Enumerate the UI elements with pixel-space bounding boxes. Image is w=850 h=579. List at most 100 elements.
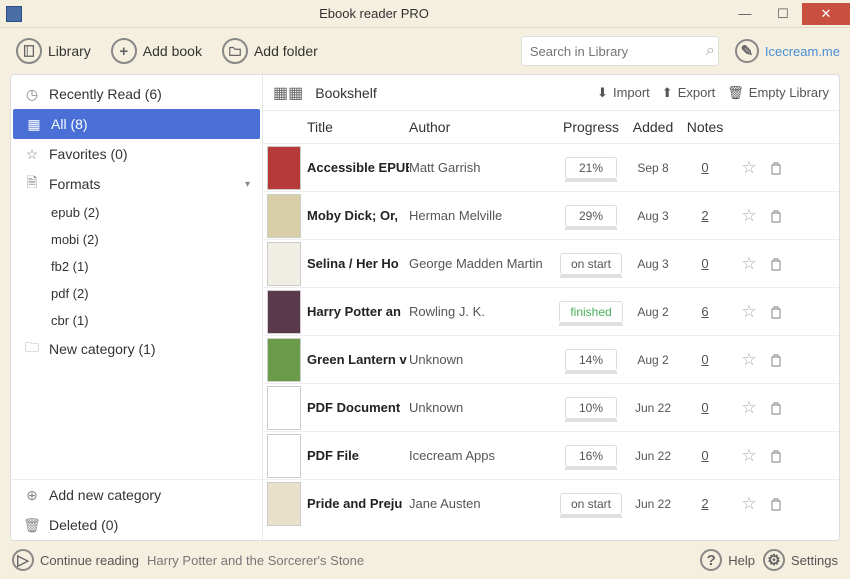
settings-button[interactable]: ⚙ Settings xyxy=(763,549,838,571)
book-title: Green Lantern v xyxy=(307,352,409,367)
book-title: Harry Potter an xyxy=(307,304,409,319)
table-row[interactable]: PDF FileIcecream Apps16%Jun 220☆ xyxy=(263,431,839,479)
book-notes[interactable]: 0 xyxy=(681,160,729,175)
book-notes[interactable]: 0 xyxy=(681,256,729,271)
book-notes[interactable]: 6 xyxy=(681,304,729,319)
table-row[interactable]: Accessible EPUBMatt Garrish21%Sep 80☆ xyxy=(263,143,839,191)
sidebar-deleted[interactable]: 🗑 Deleted (0) xyxy=(11,510,262,540)
main-header: ▦▦ Bookshelf ⬇ Import ⬆ Export 🗑 Empty L… xyxy=(263,75,839,111)
sidebar-all[interactable]: ▦ All (8) xyxy=(13,109,260,139)
app-icon xyxy=(6,6,22,22)
help-button[interactable]: ? Help xyxy=(700,549,755,571)
trash-icon: 🗑 xyxy=(727,85,744,101)
book-cover xyxy=(267,386,301,430)
delete-button[interactable] xyxy=(769,305,805,319)
delete-button[interactable] xyxy=(769,449,805,463)
book-cover xyxy=(267,434,301,478)
sidebar-format-mobi[interactable]: mobi (2) xyxy=(11,226,262,253)
book-author: Herman Melville xyxy=(409,208,557,223)
sidebar-item-label: Recently Read (6) xyxy=(49,86,162,102)
sidebar-item-label: Deleted (0) xyxy=(49,517,118,533)
book-author: Jane Austen xyxy=(409,496,557,511)
book-title: Accessible EPUB xyxy=(307,160,409,175)
book-cover xyxy=(267,482,301,526)
book-title: PDF File xyxy=(307,448,409,463)
grid-view-icon[interactable]: ▦▦ xyxy=(273,83,303,103)
add-book-button[interactable]: + Add book xyxy=(105,34,208,68)
book-added: Aug 3 xyxy=(625,209,681,223)
delete-button[interactable] xyxy=(769,161,805,175)
close-button[interactable]: ✕ xyxy=(802,3,850,25)
book-cover xyxy=(267,338,301,382)
table-row[interactable]: Pride and PrejuJane Austenon startJun 22… xyxy=(263,479,839,527)
sidebar-favorites[interactable]: ☆ Favorites (0) xyxy=(11,139,262,169)
table-row[interactable]: Harry Potter anRowling J. K.finishedAug … xyxy=(263,287,839,335)
sidebar-formats[interactable]: 🗎 Formats ▾ xyxy=(11,169,262,199)
main-toolbar: Library + Add book Add folder ⌕ ✎ Icecre… xyxy=(0,28,850,74)
book-progress: on start xyxy=(557,493,625,515)
delete-button[interactable] xyxy=(769,209,805,223)
favorite-button[interactable]: ☆ xyxy=(729,158,769,178)
maximize-button[interactable]: ☐ xyxy=(764,3,802,25)
col-notes[interactable]: Notes xyxy=(681,119,729,135)
table-row[interactable]: Moby Dick; Or,Herman Melville29%Aug 32☆ xyxy=(263,191,839,239)
book-progress: on start xyxy=(557,253,625,275)
add-folder-button[interactable]: Add folder xyxy=(216,34,324,68)
col-author[interactable]: Author xyxy=(409,119,557,135)
favorite-button[interactable]: ☆ xyxy=(729,254,769,274)
sidebar-format-cbr[interactable]: cbr (1) xyxy=(11,307,262,334)
delete-button[interactable] xyxy=(769,257,805,271)
col-title[interactable]: Title xyxy=(307,119,409,135)
favorite-button[interactable]: ☆ xyxy=(729,446,769,466)
table-row[interactable]: Green Lantern vUnknown14%Aug 20☆ xyxy=(263,335,839,383)
book-progress: 29% xyxy=(557,205,625,227)
grid-icon: ▦ xyxy=(25,115,43,133)
book-progress: 10% xyxy=(557,397,625,419)
add-folder-label: Add folder xyxy=(254,43,318,59)
continue-reading-button[interactable]: ▷ Continue reading xyxy=(12,549,139,571)
col-added[interactable]: Added xyxy=(625,119,681,135)
book-notes[interactable]: 2 xyxy=(681,496,729,511)
file-icon: 🗎 xyxy=(23,175,41,193)
import-button[interactable]: ⬇ Import xyxy=(597,85,650,101)
download-icon: ⬇ xyxy=(597,85,608,101)
sidebar-format-epub[interactable]: epub (2) xyxy=(11,199,262,226)
book-author: Icecream Apps xyxy=(409,448,557,463)
favorite-button[interactable]: ☆ xyxy=(729,302,769,322)
col-progress[interactable]: Progress xyxy=(557,119,625,135)
delete-button[interactable] xyxy=(769,353,805,367)
favorite-button[interactable]: ☆ xyxy=(729,206,769,226)
favorite-button[interactable]: ☆ xyxy=(729,494,769,514)
table-row[interactable]: Selina / Her HoGeorge Madden Martinon st… xyxy=(263,239,839,287)
export-button[interactable]: ⬆ Export xyxy=(662,85,715,101)
delete-button[interactable] xyxy=(769,497,805,511)
favorite-button[interactable]: ☆ xyxy=(729,350,769,370)
search-input[interactable] xyxy=(530,44,706,59)
plus-icon: + xyxy=(111,38,137,64)
delete-button[interactable] xyxy=(769,401,805,415)
book-added: Jun 22 xyxy=(625,401,681,415)
book-added: Jun 22 xyxy=(625,449,681,463)
book-notes[interactable]: 2 xyxy=(681,208,729,223)
book-notes[interactable]: 0 xyxy=(681,400,729,415)
library-button[interactable]: Library xyxy=(10,34,97,68)
chevron-down-icon: ▾ xyxy=(245,179,250,190)
sidebar: ◷ Recently Read (6) ▦ All (8) ☆ Favorite… xyxy=(11,75,263,540)
book-notes[interactable]: 0 xyxy=(681,352,729,367)
book-notes[interactable]: 0 xyxy=(681,448,729,463)
favorite-button[interactable]: ☆ xyxy=(729,398,769,418)
table-row[interactable]: PDF DocumentUnknown10%Jun 220☆ xyxy=(263,383,839,431)
minimize-button[interactable]: — xyxy=(726,3,764,25)
sidebar-format-pdf[interactable]: pdf (2) xyxy=(11,280,262,307)
upload-icon: ⬆ xyxy=(662,85,673,101)
folder-icon: 🗀 xyxy=(23,340,41,358)
sidebar-format-fb2[interactable]: fb2 (1) xyxy=(11,253,262,280)
rocket-icon: ✎ xyxy=(735,39,759,63)
empty-library-button[interactable]: 🗑 Empty Library xyxy=(727,85,829,101)
sidebar-recently-read[interactable]: ◷ Recently Read (6) xyxy=(11,79,262,109)
search-icon[interactable]: ⌕ xyxy=(706,42,715,60)
sidebar-add-category[interactable]: ⊕ Add new category xyxy=(11,480,262,510)
site-link[interactable]: ✎ Icecream.me xyxy=(735,39,840,63)
sidebar-new-category[interactable]: 🗀 New category (1) xyxy=(11,334,262,364)
search-box[interactable]: ⌕ xyxy=(521,36,719,66)
